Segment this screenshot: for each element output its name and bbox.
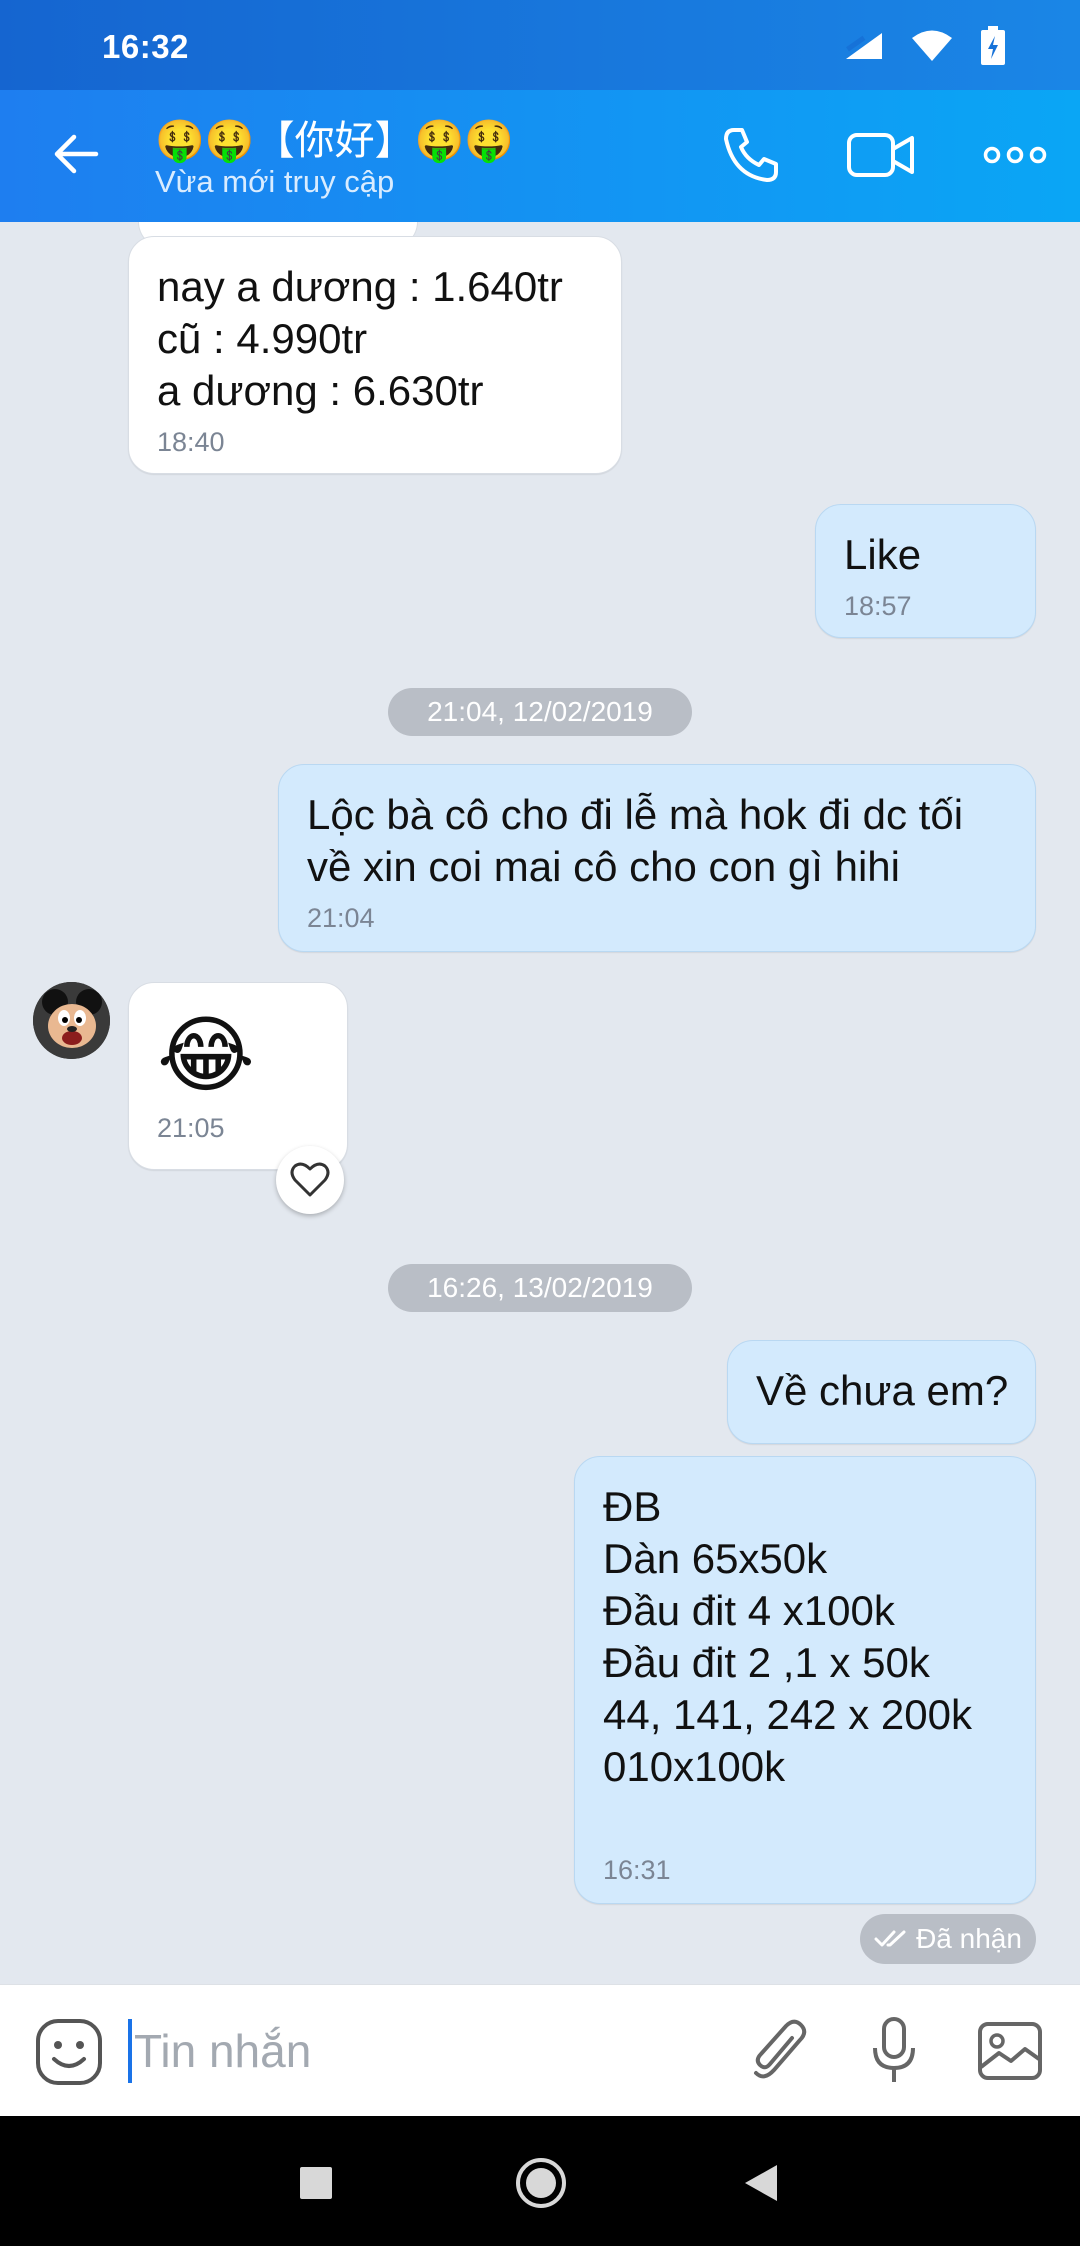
message-bubble-incoming[interactable]: nay a dương : 1.640tr cũ : 4.990tr a dươ… xyxy=(128,236,622,474)
date-separator: 16:26, 13/02/2019 xyxy=(388,1264,692,1312)
message-text: Dàn 65x50k xyxy=(603,1535,828,1582)
double-check-icon xyxy=(874,1930,906,1947)
status-icons xyxy=(844,26,1006,66)
message-time: 18:57 xyxy=(844,591,912,621)
message-text: 44, 141, 242 x 200k xyxy=(603,1691,972,1738)
message-bubble-outgoing[interactable]: Lộc bà cô cho đi lễ mà hok đi dc tối về … xyxy=(278,764,1036,952)
square-icon xyxy=(300,2167,332,2199)
message-time: 16:31 xyxy=(603,1855,671,1885)
message-time: 18:40 xyxy=(157,427,225,457)
signal-icon xyxy=(846,33,882,59)
message-text: Về chưa em? xyxy=(756,1367,1009,1414)
home-circle-icon xyxy=(516,2158,566,2208)
message-text: 010x100k xyxy=(603,1743,786,1790)
presence-status: Vừa mới truy cập xyxy=(155,164,395,199)
message-text: a dương : 6.630tr xyxy=(157,367,484,414)
triangle-back-icon xyxy=(745,2165,777,2201)
phone-icon xyxy=(724,128,778,182)
text-cursor xyxy=(128,2019,132,2083)
received-status-text: Đã nhận xyxy=(916,1923,1022,1954)
recents-button[interactable] xyxy=(281,2148,351,2218)
react-button[interactable] xyxy=(276,1146,344,1214)
system-navigation-bar xyxy=(0,2116,1080,2246)
avatar[interactable] xyxy=(33,982,110,1059)
nav-back-button[interactable] xyxy=(726,2148,796,2218)
emoji-icon xyxy=(36,2019,102,2085)
call-button[interactable] xyxy=(716,120,786,190)
arrow-left-icon xyxy=(54,134,99,174)
video-call-button[interactable] xyxy=(846,120,916,190)
message-input[interactable] xyxy=(134,2013,694,2089)
back-button[interactable] xyxy=(48,126,104,182)
wifi-icon xyxy=(912,30,952,61)
status-bar: 16:32 xyxy=(0,0,1080,90)
battery-icon xyxy=(981,26,1005,65)
message-composer xyxy=(0,1984,1080,2116)
contact-name[interactable]: 🤑🤑【你好】🤑🤑 xyxy=(155,108,514,166)
image-icon xyxy=(978,2022,1042,2080)
send-image-button[interactable] xyxy=(974,2015,1046,2087)
home-button[interactable] xyxy=(506,2148,576,2218)
message-bubble-incoming[interactable]: 😂 21:05 xyxy=(128,982,348,1170)
heart-icon xyxy=(290,1162,330,1197)
more-horizontal-icon xyxy=(983,146,1047,164)
message-text: ĐB xyxy=(603,1483,662,1530)
message-text: Đầu đit 2 ,1 x 50k xyxy=(603,1639,930,1686)
video-camera-icon xyxy=(847,133,914,177)
attach-button[interactable] xyxy=(742,2015,814,2087)
date-separator: 21:04, 12/02/2019 xyxy=(388,688,692,736)
message-list[interactable]: nay a dương : 1.640tr cũ : 4.990tr a dươ… xyxy=(0,222,1080,1984)
message-text: Like xyxy=(844,531,922,578)
emoji-button[interactable] xyxy=(34,2017,104,2087)
message-text: cũ : 4.990tr xyxy=(157,315,368,362)
message-text: về xin coi mai cô cho con gì hihi xyxy=(307,843,900,890)
message-bubble-outgoing[interactable]: Like 18:57 xyxy=(815,504,1036,638)
avatar-image xyxy=(33,982,110,1059)
message-text: Đầu đit 4 x100k xyxy=(603,1587,895,1634)
message-text: Lộc bà cô cho đi lễ mà hok đi dc tối xyxy=(307,791,964,838)
message-time: 21:05 xyxy=(157,1113,225,1143)
emoji-message: 😂 xyxy=(157,1006,256,1104)
message-bubble-outgoing[interactable]: ĐB Dàn 65x50k Đầu đit 4 x100k Đầu đit 2 … xyxy=(574,1456,1036,1904)
paperclip-icon xyxy=(754,2019,807,2079)
chat-header: 🤑🤑【你好】🤑🤑 Vừa mới truy cập xyxy=(0,90,1080,222)
status-time: 16:32 xyxy=(102,28,189,65)
message-text: nay a dương : 1.640tr xyxy=(157,263,563,310)
received-status-badge: Đã nhận xyxy=(860,1914,1036,1964)
message-time: 21:04 xyxy=(307,903,375,933)
microphone-icon xyxy=(873,2017,915,2082)
voice-message-button[interactable] xyxy=(858,2015,930,2087)
more-options-button[interactable] xyxy=(980,120,1050,190)
message-bubble-outgoing[interactable]: Về chưa em? xyxy=(727,1340,1036,1444)
